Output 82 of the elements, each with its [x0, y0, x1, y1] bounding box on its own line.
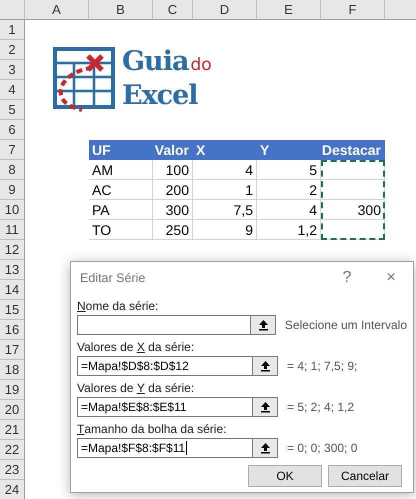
logo-icon: [52, 46, 116, 112]
value-preview: Selecione um Intervalo: [284, 318, 407, 332]
column-header[interactable]: B: [89, 0, 153, 20]
collapse-button[interactable]: [253, 356, 278, 376]
upload-arrow-icon: [260, 401, 270, 413]
help-button[interactable]: ?: [325, 262, 369, 292]
row-header[interactable]: 18: [0, 360, 25, 380]
collapse-button[interactable]: [253, 438, 278, 458]
field-label: Nome da série:: [77, 298, 160, 314]
ok-button[interactable]: OK: [248, 465, 322, 487]
row-header[interactable]: 22: [0, 440, 25, 460]
row-header[interactable]: 3: [0, 60, 25, 80]
field-label: Valores de X da série:: [77, 338, 196, 355]
collapse-button[interactable]: [251, 315, 276, 335]
table-cell: 1,2: [257, 220, 321, 240]
header-cell: Y: [257, 140, 321, 160]
table-cell: 100: [153, 160, 193, 180]
row-header[interactable]: 6: [0, 120, 25, 140]
row-header[interactable]: 5: [0, 100, 25, 120]
row-header[interactable]: 24: [0, 480, 25, 499]
table-cell: 300: [153, 200, 193, 220]
table-cell: 2: [257, 180, 321, 200]
row-header[interactable]: 13: [0, 260, 25, 280]
collapse-button[interactable]: [253, 397, 278, 417]
table-cell: 300: [321, 200, 385, 220]
value-preview: = 0; 0; 300; 0: [287, 441, 358, 455]
header-cell: X: [193, 140, 257, 160]
header-cell: Destacar: [321, 140, 385, 160]
table-cell: 200: [153, 180, 193, 200]
field-label: Valores de Y da série:: [77, 380, 196, 396]
column-header[interactable]: F: [321, 0, 385, 20]
value-preview: = 4; 1; 7,5; 9;: [287, 359, 358, 373]
row-header[interactable]: 9: [0, 180, 25, 200]
value-preview: = 5; 2; 4; 1,2: [287, 400, 354, 414]
upload-arrow-icon: [260, 360, 270, 372]
table-cell: [321, 180, 385, 200]
row-header[interactable]: 11: [0, 220, 25, 240]
row-header[interactable]: 15: [0, 300, 25, 320]
row-header[interactable]: 16: [0, 320, 25, 340]
range-input[interactable]: [77, 315, 252, 335]
row-header[interactable]: 12: [0, 240, 25, 260]
table-cell: 4: [257, 200, 321, 220]
logo-title: Excel: [122, 81, 199, 111]
row-header[interactable]: 21: [0, 420, 25, 440]
table-cell: AM: [89, 160, 153, 180]
table-cell: TO: [89, 220, 153, 240]
table-cell: 9: [193, 220, 257, 240]
field-label: Tamanho da bolha da série:: [77, 420, 228, 437]
row-header[interactable]: 10: [0, 200, 25, 220]
close-button[interactable]: ×: [369, 262, 413, 292]
row-header[interactable]: 17: [0, 340, 25, 360]
row-header[interactable]: 23: [0, 460, 25, 480]
logo-title: Guia: [122, 46, 188, 77]
logo-subtitle: do: [190, 55, 212, 75]
table-cell: AC: [89, 180, 153, 200]
row-header[interactable]: 1: [0, 20, 25, 40]
row-header[interactable]: 14: [0, 280, 25, 300]
table-cell: 4: [193, 160, 257, 180]
range-input[interactable]: =Mapa!$E$8:$E$11: [77, 397, 253, 417]
row-header[interactable]: 7: [0, 140, 25, 160]
column-header[interactable]: E: [257, 0, 321, 20]
column-header[interactable]: C: [153, 0, 193, 20]
dialog-title: Editar Série: [80, 270, 146, 284]
range-input[interactable]: =Mapa!$D$8:$D$12: [77, 356, 253, 376]
column-header[interactable]: A: [25, 0, 89, 20]
upload-arrow-icon: [258, 319, 269, 331]
table-cell: 5: [257, 160, 321, 180]
header-cell: UF: [89, 140, 153, 160]
row-header[interactable]: 8: [0, 160, 25, 180]
range-input[interactable]: =Mapa!$F$8:$F$11: [77, 438, 253, 458]
table-cell: 250: [153, 220, 193, 240]
row-header[interactable]: 2: [0, 40, 25, 60]
header-cell: Valor: [153, 140, 193, 160]
column-header[interactable]: D: [193, 0, 257, 20]
table-cell: PA: [89, 200, 153, 220]
table-cell: 7,5: [193, 200, 257, 220]
row-header[interactable]: 20: [0, 400, 25, 420]
cancel-button[interactable]: Cancelar: [328, 465, 402, 487]
row-header[interactable]: 4: [0, 80, 25, 100]
upload-arrow-icon: [260, 442, 270, 454]
row-header[interactable]: 19: [0, 380, 25, 400]
table-cell: 1: [193, 180, 257, 200]
